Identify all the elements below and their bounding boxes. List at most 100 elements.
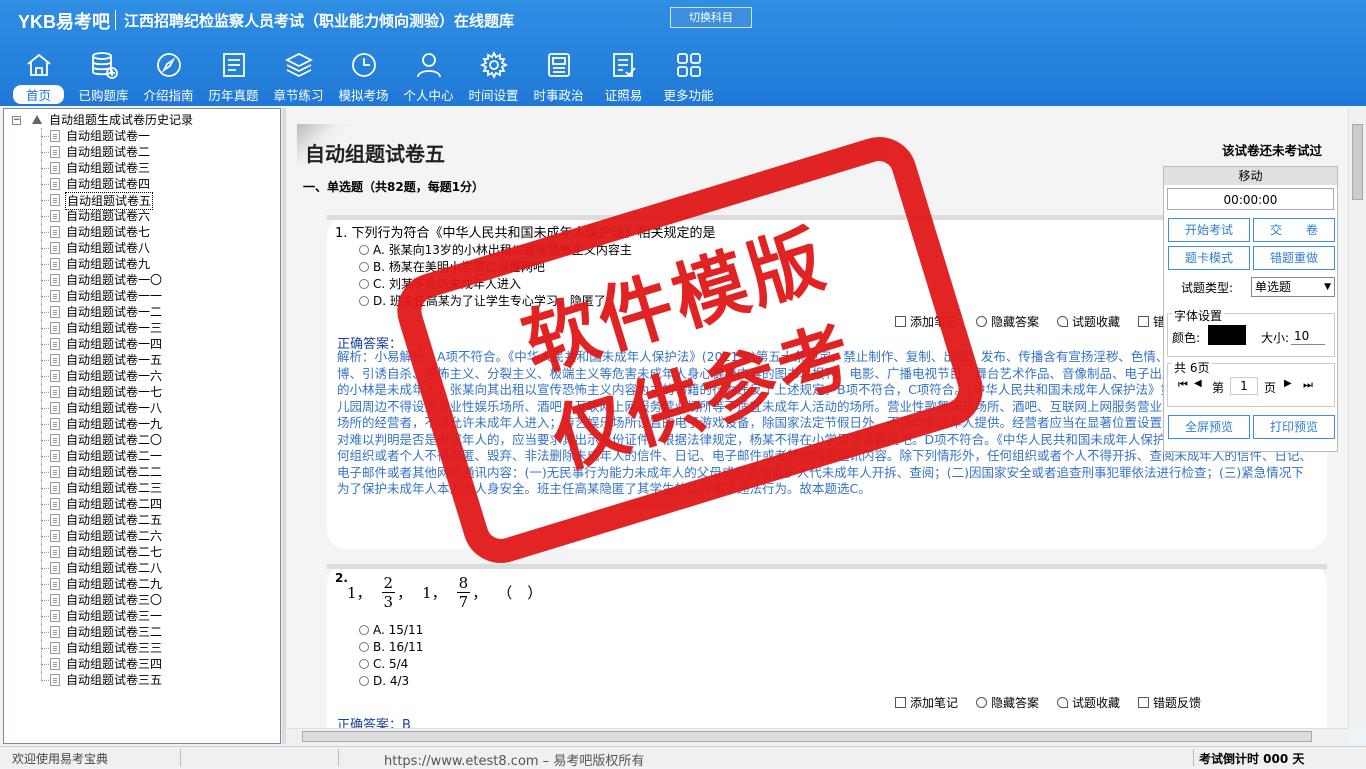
tree-item[interactable]: 自动组题试卷四 [4,176,280,192]
tree-item[interactable]: 自动组题试卷一二 [4,304,280,320]
font-size-input[interactable]: 10 [1291,327,1325,345]
tree-item[interactable]: 自动组题试卷一 [4,128,280,144]
tree-item-label: 自动组题试卷一〇 [66,273,163,287]
tree-item[interactable]: 自动组题试卷三一 [4,608,280,624]
print-preview-button[interactable]: 打印预览 [1253,415,1335,439]
tree-item[interactable]: 自动组题试卷六 [4,208,280,224]
tree-item[interactable]: 自动组题试卷一九 [4,416,280,432]
hide-answer-button[interactable]: 隐藏答案 [976,313,1039,330]
radio-icon[interactable] [359,625,369,635]
radio-icon[interactable] [359,296,369,306]
tree-item[interactable]: 自动组题试卷一一 [4,288,280,304]
option-d[interactable]: D. 4/3 [359,674,409,688]
toolbar-home[interactable]: 首页 [6,48,71,104]
tree-root[interactable]: − 自动组题生成试卷历史记录 [4,112,280,128]
toolbar-past-exams[interactable]: 历年真题 [201,48,266,104]
tree-item[interactable]: 自动组题试卷三 [4,160,280,176]
toolbar-time-settings[interactable]: 时间设置 [461,48,526,104]
toolbar-label: 时事政治 [533,88,584,103]
toolbar-certificates[interactable]: 证照易 [591,48,656,104]
next-page-icon[interactable]: ▶ [1284,378,1292,389]
toolbar-more[interactable]: 更多功能 [656,48,721,104]
toolbar-chapter-practice[interactable]: 章节练习 [266,48,331,104]
tree-item[interactable]: 自动组题试卷三〇 [4,592,280,608]
hide-answer-button[interactable]: 隐藏答案 [976,694,1039,711]
toolbar-guide[interactable]: 介绍指南 [136,48,201,104]
favorite-button[interactable]: 试题收藏 [1057,694,1120,711]
tree-item[interactable]: 自动组题试卷二七 [4,544,280,560]
tree-item[interactable]: 自动组题试卷二四 [4,496,280,512]
tree-item[interactable]: 自动组题试卷二〇 [4,432,280,448]
tree-item[interactable]: 自动组题试卷五 [4,192,280,210]
tree-item[interactable]: 自动组题试卷三三 [4,640,280,656]
start-exam-button[interactable]: 开始考试 [1168,218,1250,242]
page-suffix: 页 [1264,381,1277,395]
favorite-button[interactable]: 试题收藏 [1057,313,1120,330]
numerator: 2 [381,574,396,593]
radio-icon[interactable] [359,659,369,669]
tree-item[interactable]: 自动组题试卷一七 [4,384,280,400]
tree-item[interactable]: 自动组题试卷一八 [4,400,280,416]
tree-item[interactable]: 自动组题试卷八 [4,240,280,256]
document-icon [50,322,60,334]
tree-item[interactable]: 自动组题试卷二一 [4,448,280,464]
radio-icon[interactable] [359,262,369,272]
tree-item[interactable]: 自动组题试卷一〇 [4,272,280,288]
scroll-thumb[interactable] [302,731,1312,742]
toolbar-user-center[interactable]: 个人中心 [396,48,461,104]
report-error-button[interactable]: 错题反馈 [1138,694,1201,711]
tree-item[interactable]: 自动组题试卷九 [4,256,280,272]
question-type-select[interactable]: 单选题 [1251,277,1335,297]
last-page-icon[interactable]: ⏭ [1303,378,1313,392]
toolbar-label: 已购题库 [78,88,129,103]
pane-splitter[interactable] [282,108,286,744]
toolbar-purchased[interactable]: 已购题库 [71,48,136,104]
document-icon [50,450,60,462]
page-number-input[interactable]: 1 [1230,377,1258,395]
radio-icon[interactable] [359,245,369,255]
toolbar-mock-exam[interactable]: 模拟考场 [331,48,396,104]
tree-item[interactable]: 自动组题试卷一三 [4,320,280,336]
tree-item[interactable]: 自动组题试卷一六 [4,368,280,384]
tree-line [41,648,49,649]
tree-item[interactable]: 自动组题试卷二六 [4,528,280,544]
option-a[interactable]: A. 15/11 [359,623,423,637]
switch-subject-button[interactable]: 切换科目 [670,7,752,28]
panel-move-handle[interactable]: 移动 [1164,167,1337,185]
tree-item[interactable]: 自动组题试卷二八 [4,560,280,576]
radio-icon[interactable] [359,642,369,652]
color-picker[interactable] [1208,325,1246,345]
tree-item[interactable]: 自动组题试卷三二 [4,624,280,640]
tree-items: 自动组题试卷一 自动组题试卷二 自动组题试卷三 自动组题试卷四 自动组题试卷五 自动组题试… [4,128,280,688]
card-mode-button[interactable]: 题卡模式 [1168,246,1250,270]
tree-item[interactable]: 自动组题试卷二 [4,144,280,160]
tree-item[interactable]: 自动组题试卷三五 [4,672,280,688]
horizontal-scrollbar[interactable] [287,728,1348,744]
scroll-thumb[interactable] [1352,124,1363,200]
option-b[interactable]: B. 16/11 [359,640,423,654]
toolbar-current-affairs[interactable]: 时事政治 [526,48,591,104]
tree-item[interactable]: 自动组题试卷二二 [4,464,280,480]
compass-icon [156,53,181,77]
tree-item[interactable]: 自动组题试卷二三 [4,480,280,496]
radio-icon[interactable] [359,279,369,289]
tree-item[interactable]: 自动组题试卷二九 [4,576,280,592]
tree-item[interactable]: 自动组题试卷七 [4,224,280,240]
tree-item-label: 自动组题试卷三一 [66,609,163,623]
vertical-scrollbar[interactable] [1348,108,1366,728]
tree-item-label: 自动组题试卷九 [66,257,151,271]
tree-item[interactable]: 自动组题试卷一四 [4,336,280,352]
first-page-icon[interactable]: ⏮ [1178,378,1188,392]
prev-page-icon[interactable]: ◀ [1194,378,1202,389]
submit-button[interactable]: 交 卷 [1253,218,1335,242]
toolbar-label: 章节练习 [273,88,324,103]
tree-item[interactable]: 自动组题试卷三四 [4,656,280,672]
tree-item[interactable]: 自动组题试卷一五 [4,352,280,368]
redo-wrong-button[interactable]: 错题重做 [1253,246,1335,270]
collapse-icon[interactable]: − [12,116,21,125]
option-c[interactable]: C. 5/4 [359,657,408,671]
add-note-button[interactable]: 添加笔记 [895,694,958,711]
tree-item[interactable]: 自动组题试卷二五 [4,512,280,528]
radio-icon[interactable] [359,676,369,686]
fullscreen-preview-button[interactable]: 全屏预览 [1168,415,1250,439]
